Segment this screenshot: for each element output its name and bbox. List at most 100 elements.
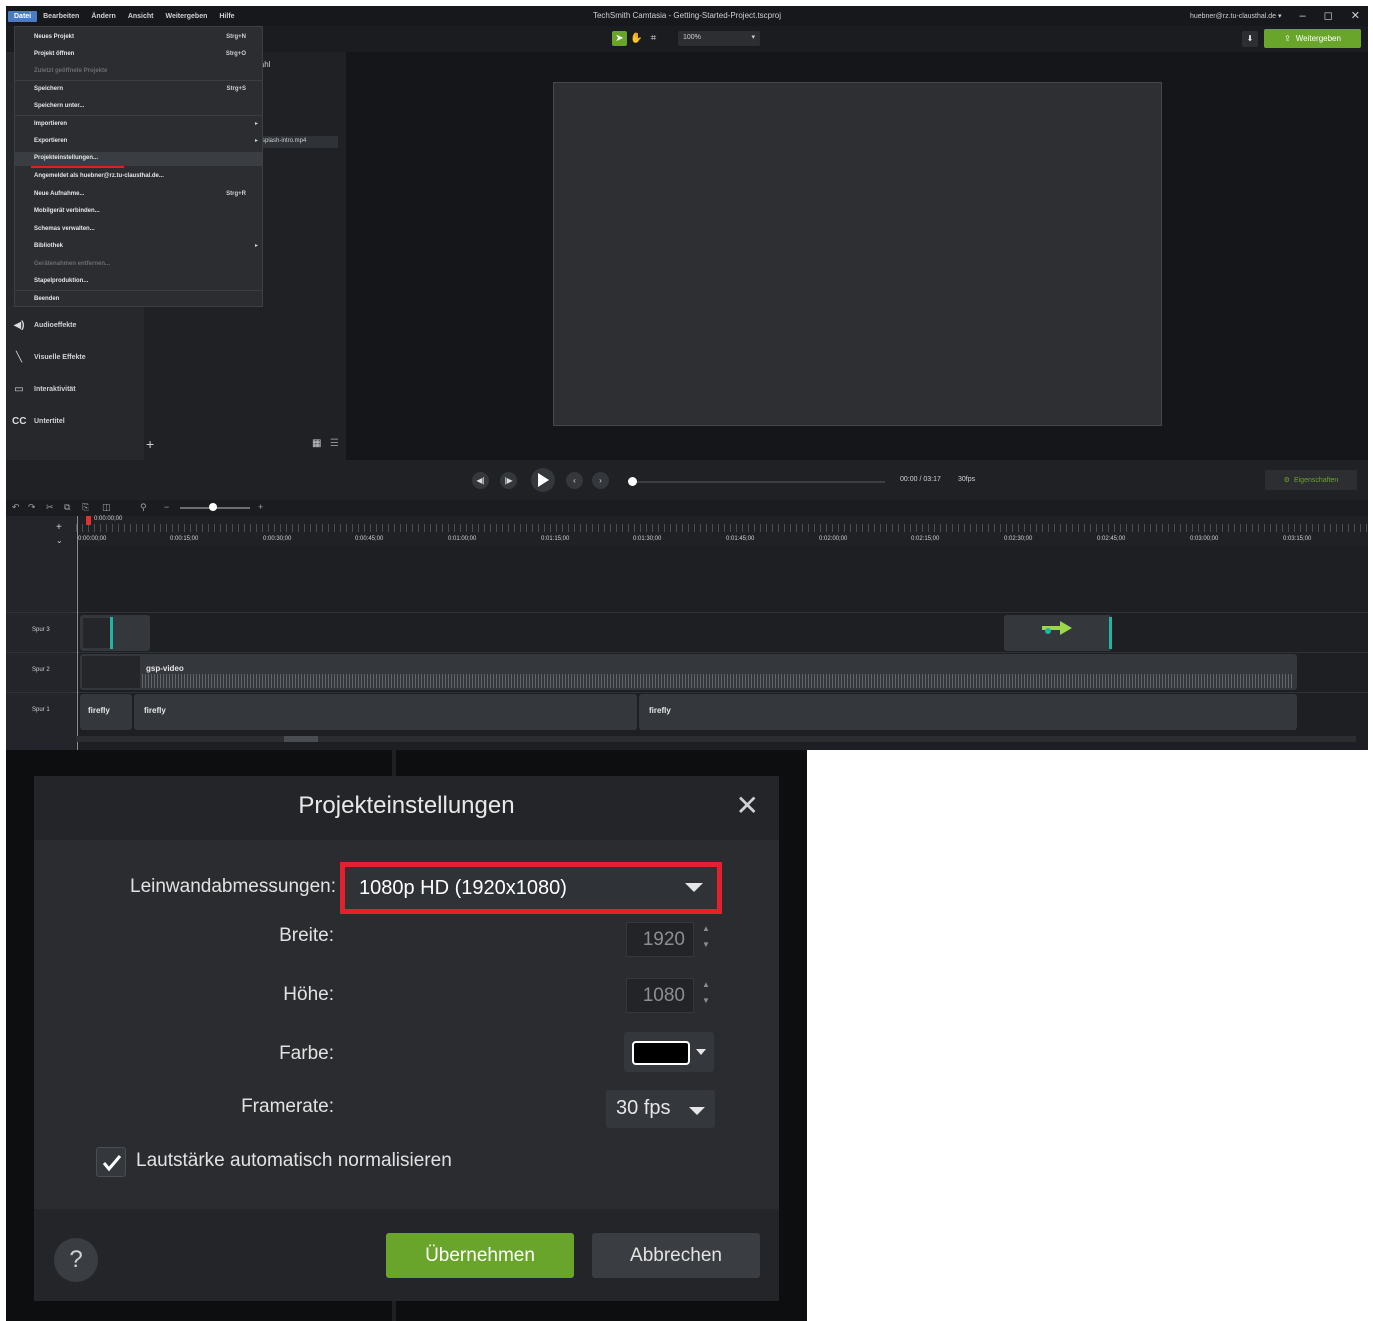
add-track-icon[interactable]: + xyxy=(56,522,62,533)
download-icon[interactable]: ⬇ xyxy=(1242,31,1258,47)
timeline-zoom-handle[interactable] xyxy=(209,503,217,511)
intro-clip[interactable] xyxy=(80,615,150,651)
cancel-button[interactable]: Abbrechen xyxy=(592,1233,760,1278)
height-down-icon[interactable]: ▼ xyxy=(700,994,712,1008)
menu-item-label: Importieren xyxy=(34,121,68,127)
user-account[interactable]: huebner@rz.tu-clausthal.de ▾ xyxy=(1190,12,1282,20)
maximize-icon[interactable]: ◻ xyxy=(1324,9,1333,22)
menu-item-connect-mobile[interactable]: Mobilgerät verbinden... xyxy=(15,205,262,219)
menu-item-label: Beenden xyxy=(34,296,60,302)
menu-item-import[interactable]: Importieren ▸ xyxy=(15,118,262,132)
plus-icon[interactable]: + xyxy=(146,436,154,452)
zoom-in-icon[interactable]: + xyxy=(258,502,263,512)
menu-item-open-project[interactable]: Projekt öffnen Strg+O xyxy=(15,48,262,62)
playhead[interactable] xyxy=(86,516,91,525)
menu-item-label: Projekt öffnen xyxy=(34,51,75,57)
width-label: Breite: xyxy=(279,925,334,946)
undo-icon[interactable]: ↶ xyxy=(12,502,20,513)
scrollbar-thumb[interactable] xyxy=(284,736,318,742)
framerate-select[interactable]: 30 fps xyxy=(606,1090,715,1128)
chevron-down-icon xyxy=(689,1107,705,1115)
width-input[interactable]: 1920 xyxy=(626,922,694,957)
close-icon[interactable]: ✕ xyxy=(736,792,759,820)
video-clip[interactable]: gsp-video xyxy=(80,654,1297,690)
step-back-icon[interactable]: ◀| xyxy=(472,472,489,489)
paste-icon[interactable]: ⎘ xyxy=(82,502,89,513)
hand-icon[interactable]: ✋ xyxy=(629,31,644,46)
close-icon[interactable]: ✕ xyxy=(1351,9,1360,22)
tool-visual-effects[interactable]: ╲ Visuelle Effekte xyxy=(12,352,86,363)
scrub-handle[interactable] xyxy=(628,477,637,486)
share-button[interactable]: ⇪ Weitergeben xyxy=(1264,29,1361,48)
pointer-icon[interactable]: ➤ xyxy=(612,31,627,46)
menu-item-project-settings[interactable]: Projekteinstellungen... xyxy=(15,152,262,166)
apply-button[interactable]: Übernehmen xyxy=(386,1233,574,1278)
tool-interactivity[interactable]: ▭ Interaktivität xyxy=(12,384,75,395)
minimize-icon[interactable]: – xyxy=(1300,10,1306,22)
color-picker[interactable] xyxy=(624,1032,714,1072)
menu-item-manage-themes[interactable]: Schemas verwalten... xyxy=(15,223,262,237)
play-button[interactable] xyxy=(531,468,555,492)
grid-view-icon[interactable]: ▦ xyxy=(312,438,321,449)
color-swatch xyxy=(632,1041,690,1065)
crop-icon[interactable]: ⌗ xyxy=(646,31,661,46)
track-label-3: Spur 3 xyxy=(32,627,50,633)
menu-item-label: Speichern unter... xyxy=(34,103,85,109)
menu-item-signed-in[interactable]: Angemeldet als huebner@rz.tu-clausthal.d… xyxy=(15,170,262,184)
zoom-select[interactable]: 100% ▾ xyxy=(678,31,760,46)
scrub-bar[interactable] xyxy=(632,481,885,483)
step-forward-icon[interactable]: |▶ xyxy=(500,472,517,489)
zoom-out-icon[interactable]: − xyxy=(164,502,169,512)
menu-item-export[interactable]: Exportieren ▸ xyxy=(15,135,262,149)
timeline-scrollbar[interactable] xyxy=(76,736,1356,742)
split-icon[interactable]: ◫ xyxy=(102,502,111,513)
canvas-size-select[interactable]: 1080p HD (1920x1080) xyxy=(340,862,722,914)
cut-icon[interactable]: ✂ xyxy=(46,502,54,513)
next-icon[interactable]: › xyxy=(592,472,609,489)
menu-item-save[interactable]: Speichern Strg+S xyxy=(15,83,262,97)
width-down-icon[interactable]: ▼ xyxy=(700,938,712,952)
magnifier-icon[interactable]: ⚲ xyxy=(140,502,147,513)
tool-label: Audioeffekte xyxy=(34,322,77,329)
help-button[interactable]: ? xyxy=(54,1238,98,1282)
tool-captions[interactable]: CC Untertitel xyxy=(12,416,65,427)
list-view-icon[interactable]: ☰ xyxy=(330,438,339,449)
outro-clip[interactable] xyxy=(1004,615,1112,651)
firefly-clip[interactable]: firefly xyxy=(639,694,1297,730)
menu-item-save-as[interactable]: Speichern unter... xyxy=(15,100,262,114)
track-divider xyxy=(6,652,1368,653)
menu-item-shortcut: Strg+N xyxy=(226,34,246,40)
chevron-right-icon: ▸ xyxy=(254,243,258,249)
timeline-ruler[interactable]: 0:00:00;00 0:00:15;00 0:00:30;00 0:00:45… xyxy=(76,516,1368,546)
firefly-clip[interactable]: firefly xyxy=(134,694,637,730)
ruler-ticks xyxy=(76,524,1368,532)
menu-item-new-recording[interactable]: Neue Aufnahme... Strg+R xyxy=(15,188,262,202)
redo-icon[interactable]: ↷ xyxy=(28,502,36,513)
ruler-label: 0:00:45;00 xyxy=(355,536,384,542)
chevron-down-icon[interactable]: ⌄ xyxy=(56,536,63,545)
media-item[interactable]: splash-intro.mp4 xyxy=(258,136,338,148)
framerate-value: 30 fps xyxy=(616,1097,671,1119)
height-label: Höhe: xyxy=(283,984,334,1005)
menu-item-library[interactable]: Bibliothek ▸ xyxy=(15,240,262,254)
dialog-footer: ? Übernehmen Abbrechen xyxy=(34,1209,779,1301)
menu-item-exit[interactable]: Beenden xyxy=(15,293,262,307)
normalize-checkbox[interactable] xyxy=(96,1147,126,1177)
height-input[interactable]: 1080 xyxy=(626,978,694,1013)
copy-icon[interactable]: ⧉ xyxy=(64,502,70,513)
tool-audio-effects[interactable]: ◀) Audioeffekte xyxy=(12,320,76,331)
menu-item-new-project[interactable]: Neues Projekt Strg+N xyxy=(15,31,262,45)
menu-item-batch-production[interactable]: Stapelproduktion... xyxy=(15,275,262,289)
menu-separator xyxy=(15,115,262,116)
previous-icon[interactable]: ‹ xyxy=(566,472,583,489)
width-up-icon[interactable]: ▲ xyxy=(700,922,712,936)
height-up-icon[interactable]: ▲ xyxy=(700,978,712,992)
track-headers: + ⌄ xyxy=(6,516,76,750)
preview-canvas[interactable] xyxy=(553,82,1162,426)
firefly-clip[interactable]: firefly xyxy=(80,694,132,730)
menu-item-shortcut: Strg+R xyxy=(226,191,246,197)
properties-button[interactable]: ⚙ Eigenschaften xyxy=(1265,470,1357,490)
clip-thumbnail xyxy=(82,656,140,688)
track-divider xyxy=(6,612,1368,613)
canvas-size-label: Leinwandabmessungen: xyxy=(130,876,336,897)
